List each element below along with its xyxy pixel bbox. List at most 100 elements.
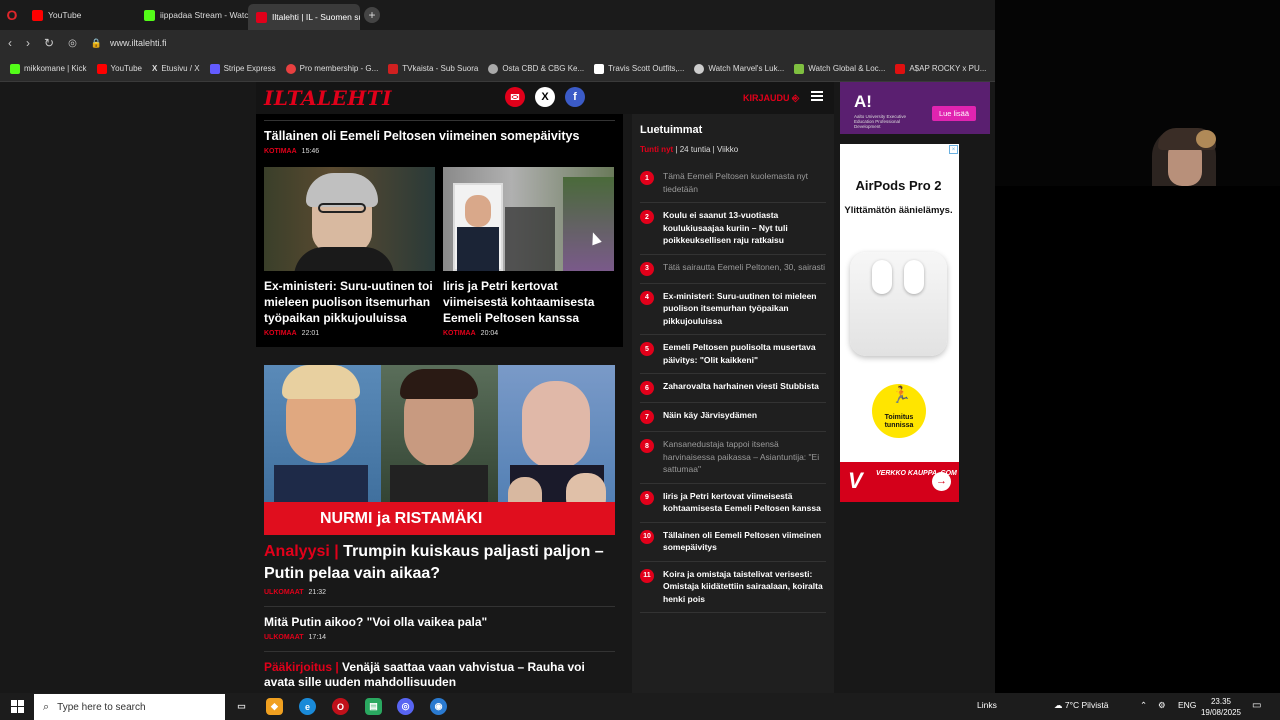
edge-icon[interactable]: e [299,698,316,715]
tab-week[interactable]: Viikko [717,145,738,154]
shield-icon[interactable]: ◎ [68,38,77,49]
kicker-label: Analyysi | [264,543,339,560]
bookmark-item[interactable]: A$AP ROCKY x PU... [895,63,986,74]
taskbar-clock[interactable]: 23.35 19/08/2025 [1196,696,1246,718]
badge-text: Toimitus tunnissa [884,414,914,429]
most-read-item[interactable]: 10 Tällainen oli Eemeli Peltosen viimeine… [640,523,826,562]
most-read-item[interactable]: 4 Ex-ministeri: Suru-uutinen toi mieleen … [640,284,826,335]
category-label[interactable]: ULKOMAAT [264,634,304,641]
rank-number: 4 [640,290,654,305]
ad-cta-button[interactable]: Lue lisää [931,106,976,121]
tab-hour[interactable]: Tunti nyt [640,145,673,154]
ad-footer: V VERKKO KAUPPA .COM → [840,462,959,502]
hamburger-menu-icon[interactable] [811,91,823,101]
reload-icon[interactable]: ↻ [44,36,54,50]
most-read-item[interactable]: 7 Näin käy Järvisydämen [640,403,826,432]
category-label[interactable]: KOTIMAA [264,330,297,337]
ad-banner-right[interactable]: × AirPods Pro 2 Ylittämätön äänielämys. … [840,144,959,502]
most-read-item[interactable]: 1 Tämä Eemeli Peltosen kuolemasta nyt tie… [640,164,826,203]
rank-number: 6 [640,381,654,395]
streamer-cap-brim [1196,130,1216,148]
rank-number: 10 [640,529,654,544]
bookmark-item[interactable]: Travis Scott Outfits,... [594,63,684,74]
tab-iltalehti[interactable]: Iltalehti | IL - Suomen su [248,4,360,30]
app-icon[interactable]: ◉ [430,698,447,715]
most-read-title: Tällainen oli Eemeli Peltosen viimeinen … [663,529,822,553]
bookmark-item[interactable]: Pro membership - G... [285,63,378,74]
bookmark-item[interactable]: TVkaista - Sub Suora [388,63,478,74]
ad-banner-top[interactable]: A! Aalto University Executive Education … [840,82,990,134]
new-tab-button[interactable]: + [364,7,380,23]
tv-icon [794,63,805,74]
bookmark-item[interactable]: Watch Global & Loc... [794,63,885,74]
article-image[interactable] [264,167,435,271]
site-logo[interactable]: ILTALEHTI [264,86,392,110]
clock-time: 23.35 [1210,697,1232,706]
weather-widget[interactable]: ☁ 7°C Pilvistä [1054,700,1108,711]
x-share-icon[interactable]: X [535,87,555,107]
bookmark-item[interactable]: Watch Marvel's Luk... [694,63,784,74]
article-card[interactable]: Ex-ministeri: Suru-uutinen toi mieleen p… [264,167,435,337]
article-card[interactable]: Iiris ja Petri kertovat viimeisestä koht… [443,167,614,337]
forward-icon[interactable]: › [26,36,30,50]
category-label[interactable]: KOTIMAA [443,330,476,337]
article-title[interactable]: Pääkirjoitus | Venäjä saattaa vaan vahvi… [264,660,615,690]
most-read-item[interactable]: 5 Eemeli Peltosen puolisolta musertava pä… [640,335,826,374]
bookmark-item[interactable]: Osta CBD & CBG Ke... [488,63,584,74]
facebook-icon[interactable]: f [565,87,585,107]
web-page: ILTALEHTI ✉ X f KIRJAUDU ⎆ Tällainen oli… [0,82,995,693]
category-label[interactable]: KOTIMAA [264,148,297,155]
ad-close-icon[interactable]: × [949,145,958,154]
taskbar-search-input[interactable]: ⌕ Type here to search [34,694,225,720]
task-view-icon[interactable]: ▭ [233,698,250,715]
arrow-right-icon[interactable]: → [932,472,951,491]
most-read-item[interactable]: 2 Koulu ei saanut 13-vuotiasta koulukiusa… [640,203,826,255]
rank-number: 7 [640,410,654,424]
bookmark-item[interactable]: Stripe Express [209,63,276,74]
opera-logo-icon[interactable]: O [0,0,24,30]
most-read-item[interactable]: 8 Kansanedustaja tappoi itsensä harvinais… [640,432,826,484]
article-title[interactable]: Mitä Putin aikoo? "Voi olla vaikea pala" [264,615,615,630]
tab-kick-stream[interactable]: iippadaa Stream - Watch [136,0,248,30]
discord-icon[interactable]: ◎ [397,698,414,715]
lead-image[interactable]: NURMI ja RISTAMÄKI [264,365,615,535]
airpods-image [850,252,947,356]
bookmark-item[interactable]: mikkomane | Kick [10,63,87,74]
url-field[interactable]: www.iltalehti.fi [110,38,167,48]
tab-youtube[interactable]: YouTube [24,0,136,30]
most-read-title: Koulu ei saanut 13-vuotiasta koulukiusaa… [663,210,788,245]
mail-icon[interactable]: ✉ [505,87,525,107]
most-read-item[interactable]: 3 Tätä sairautta Eemeli Peltonen, 30, sai… [640,255,826,284]
article-title[interactable]: Tällainen oli Eemeli Peltosen viimeinen … [264,128,615,144]
sidebar-tabs: Tunti nyt | 24 tuntia | Viikko [640,145,826,154]
category-label[interactable]: ULKOMAAT [264,589,304,596]
notification-icon[interactable]: ▭ [1252,700,1261,711]
language-indicator[interactable]: ENG [1178,700,1196,710]
lead-title[interactable]: Analyysi | Trumpin kuiskaus paljasti pal… [264,541,615,585]
main-column: Tällainen oli Eemeli Peltosen viimeinen … [256,114,623,690]
app-icon[interactable]: ◆ [266,698,283,715]
tab-label: YouTube [48,10,82,20]
links-toolbar[interactable]: Links [977,700,997,710]
bookmark-item[interactable]: X Etusivu / X [152,64,200,73]
network-icon[interactable]: ⚙ [1158,700,1166,711]
sidebar-heading: Luetuimmat [640,124,703,136]
back-icon[interactable]: ‹ [8,36,12,50]
article-image[interactable] [443,167,614,271]
webcam-overlay [995,0,1280,186]
tab-separator: | [675,145,678,154]
most-read-item[interactable]: 6 Zaharovalta harhainen viesti Stubbista [640,374,826,403]
tab-day[interactable]: 24 tuntia [680,145,711,154]
bookmark-label: Stripe Express [223,64,276,73]
windows-start-icon[interactable] [11,700,24,713]
bookmark-item[interactable]: YouTube [96,63,142,74]
most-read-item[interactable]: 9 Iiris ja Petri kertovat viimeisestä koh… [640,484,826,523]
app-icon[interactable]: ▤ [365,698,382,715]
stripe-icon [209,63,220,74]
kicker-label: Pääkirjoitus | [264,660,339,674]
opera-icon[interactable]: O [332,698,349,715]
most-read-item[interactable]: 11 Koira ja omistaja taistelivat verisest… [640,562,826,613]
login-link[interactable]: KIRJAUDU ⎆ [743,93,799,104]
tray-chevron-icon[interactable]: ⌃ [1140,700,1147,711]
runner-icon: 🏃 [891,387,911,404]
